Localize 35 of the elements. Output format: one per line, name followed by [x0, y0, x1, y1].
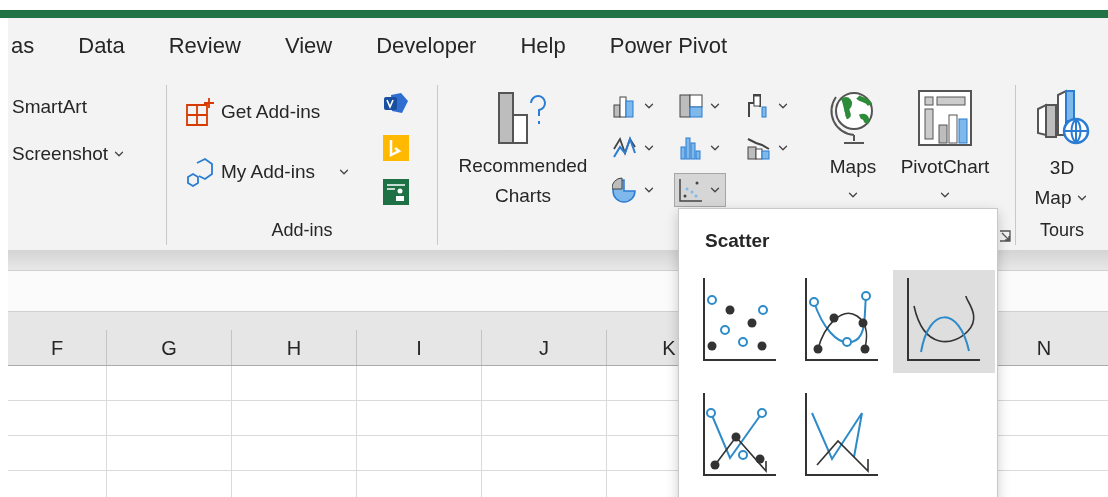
- ribbon-tab[interactable]: Review: [168, 29, 241, 62]
- group-label: Tours: [1040, 219, 1084, 242]
- column-header[interactable]: G: [106, 330, 231, 365]
- get-add-ins-button[interactable]: Get Add-ins: [185, 97, 377, 127]
- group-label: Add-ins: [271, 219, 333, 242]
- ribbon-tab[interactable]: Help: [520, 29, 566, 62]
- ribbon-tab[interactable]: Developer: [376, 29, 477, 62]
- column-header[interactable]: J: [481, 330, 606, 365]
- ribbon-button[interactable]: Screenshot: [12, 139, 166, 168]
- column-header[interactable]: H: [231, 330, 356, 365]
- add-ins-icon: [185, 157, 215, 187]
- 3d-map-button[interactable]: 3D Map: [1034, 85, 1090, 213]
- ribbon-tab[interactable]: View: [284, 29, 333, 62]
- 3d-map-icon: [1034, 89, 1090, 145]
- ribbon-button[interactable]: SmartArt: [12, 93, 166, 122]
- my-add-ins-button[interactable]: My Add-ins: [185, 157, 377, 187]
- combo-chart-icon: [746, 135, 772, 161]
- ribbon-tab[interactable]: Data: [78, 29, 125, 62]
- column-header[interactable]: F: [8, 330, 106, 365]
- ribbon-tab[interactable]: Power Pivot: [609, 29, 728, 62]
- chart-type-button[interactable]: [674, 173, 726, 207]
- scatter-chart-icon: [678, 177, 704, 203]
- people-graph-icon: [383, 179, 409, 205]
- pie-chart-icon: [612, 177, 638, 203]
- ribbon-tab[interactable]: as: [11, 29, 35, 62]
- dialog-launcher-icon: [999, 230, 1011, 242]
- hierarchy-chart-icon: [678, 93, 704, 119]
- store-icon: [185, 97, 215, 127]
- menu-title: Scatter: [705, 229, 770, 253]
- recommended-charts-button[interactable]: Recommended Charts: [438, 85, 608, 250]
- bing-icon: [383, 135, 409, 161]
- statistic-chart-icon: [678, 135, 704, 161]
- column-header[interactable]: I: [356, 330, 481, 365]
- pivotchart-icon: [917, 89, 973, 147]
- scatter-type-option[interactable]: [893, 269, 995, 373]
